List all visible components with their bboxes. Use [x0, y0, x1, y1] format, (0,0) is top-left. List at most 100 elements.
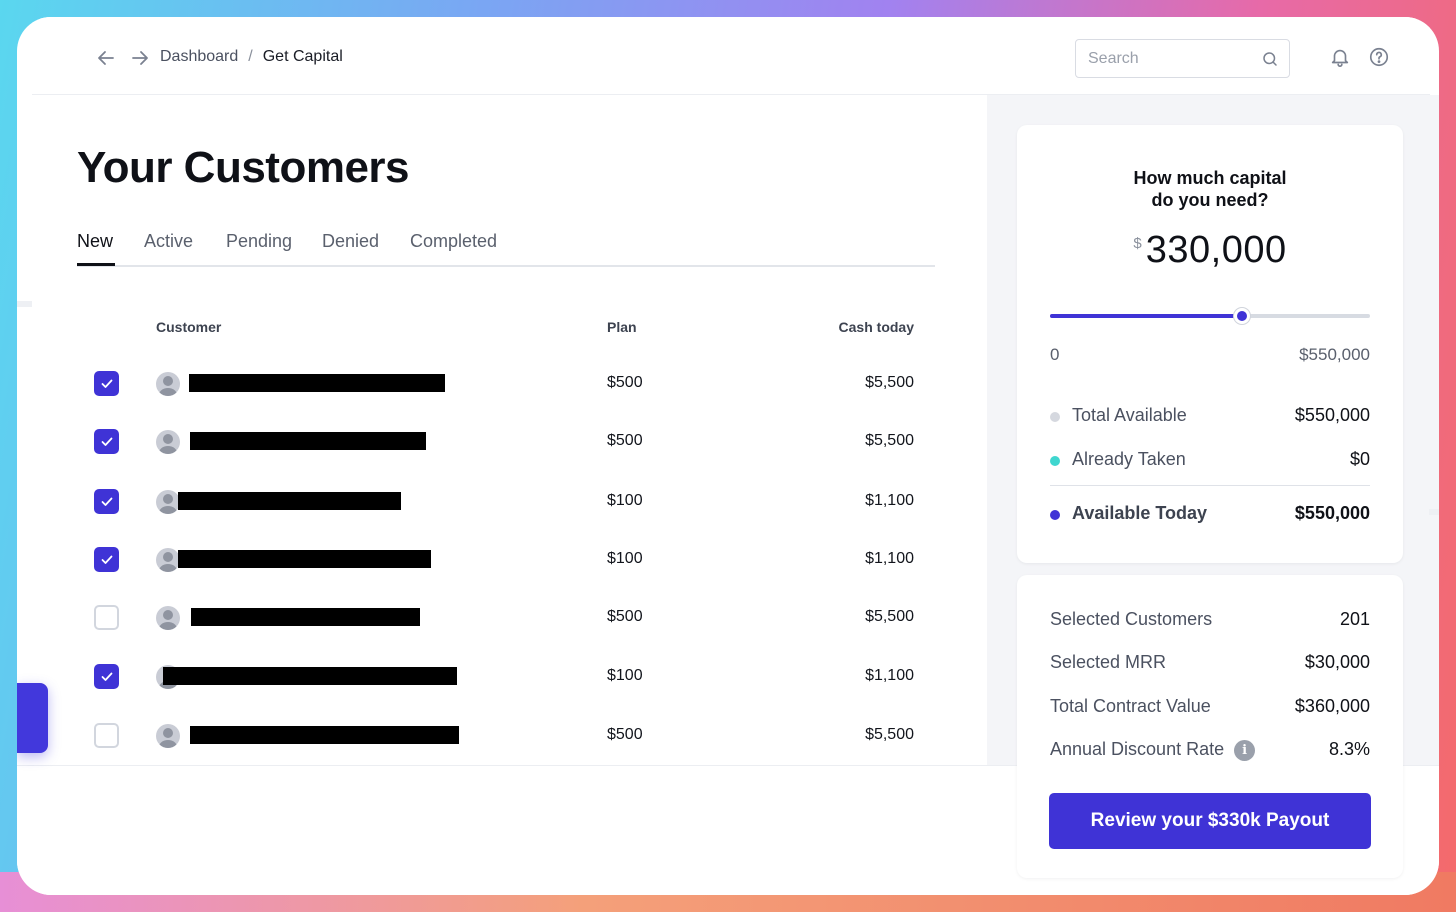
summary-label: Annual Discount Rate i: [1050, 739, 1256, 761]
slider-thumb[interactable]: [1234, 308, 1250, 324]
table-row[interactable]: $100 $1,100: [32, 482, 987, 522]
summary-selected-customers: Selected Customers 201: [1050, 609, 1370, 633]
slider-max-label: $550,000: [1299, 345, 1370, 364]
checkmark-icon: [101, 497, 112, 506]
column-header-cash[interactable]: Cash today: [839, 319, 914, 335]
active-tab-indicator: [77, 263, 115, 266]
table-row[interactable]: $500 $5,500: [32, 716, 987, 756]
checkmark-icon: [101, 437, 112, 446]
redacted-customer-name: [178, 492, 401, 510]
table-row[interactable]: $500 $5,500: [32, 598, 987, 638]
top-bar: Dashboard / Get Capital: [32, 17, 1430, 95]
divider: [1050, 485, 1370, 486]
plan-cell: $100: [607, 667, 643, 684]
table-row[interactable]: $500 $5,500: [32, 422, 987, 462]
tab-completed[interactable]: Completed: [410, 231, 497, 252]
redacted-customer-name: [190, 432, 426, 450]
summary-value: $360,000: [1294, 696, 1370, 716]
stat-label: Available Today: [1072, 503, 1208, 523]
redacted-customer-name: [191, 608, 420, 626]
checkmark-icon: [101, 379, 112, 388]
row-checkbox[interactable]: [94, 371, 119, 396]
summary-card: Selected Customers 201 Selected MRR $30,…: [1017, 575, 1403, 878]
table-row[interactable]: $100 $1,100: [32, 540, 987, 580]
breadcrumb-current: Get Capital: [262, 48, 343, 65]
slider-min-label: 0: [1050, 345, 1060, 364]
summary-total-contract-value: Total Contract Value $360,000: [1050, 696, 1370, 720]
row-checkbox[interactable]: [94, 429, 119, 454]
search-icon[interactable]: [1261, 50, 1279, 73]
legend-dot: [1050, 456, 1060, 466]
row-checkbox[interactable]: [94, 489, 119, 514]
redacted-customer-name: [189, 374, 445, 392]
summary-selected-mrr: Selected MRR $30,000: [1050, 652, 1370, 676]
summary-label: Selected Customers: [1050, 609, 1213, 629]
avatar: [156, 606, 180, 630]
tab-active[interactable]: Active: [144, 231, 193, 252]
summary-value: 201: [1339, 609, 1370, 629]
bell-icon[interactable]: [1329, 46, 1351, 73]
breadcrumb-dashboard[interactable]: Dashboard: [160, 48, 238, 66]
cash-today-cell: $1,100: [865, 667, 914, 684]
cash-today-cell: $1,100: [865, 492, 914, 509]
info-icon[interactable]: i: [1234, 740, 1256, 761]
tab-denied[interactable]: Denied: [322, 231, 379, 252]
summary-value: $30,000: [1304, 652, 1370, 672]
row-checkbox[interactable]: [94, 547, 119, 572]
row-checkbox[interactable]: [94, 723, 119, 748]
redacted-customer-name: [190, 726, 459, 744]
cash-today-cell: $5,500: [865, 726, 914, 743]
tab-new[interactable]: New: [77, 231, 113, 252]
avatar: [156, 724, 180, 748]
table-row[interactable]: $500 $5,500: [32, 364, 987, 404]
stat-label: Total Available: [1072, 405, 1187, 425]
back-arrow-icon[interactable]: [94, 46, 118, 70]
summary-value: 8.3%: [1328, 739, 1370, 759]
plan-cell: $500: [607, 374, 643, 391]
app-window: Dashboard / Get Capital Your Customers N…: [17, 17, 1439, 895]
stat-already-taken: Already Taken $0: [1050, 449, 1370, 473]
plan-cell: $100: [607, 492, 643, 509]
table-row[interactable]: $100 $1,100: [32, 657, 987, 697]
capital-amount: $330,000: [1017, 229, 1403, 272]
checkmark-icon: [101, 555, 112, 564]
column-header-plan[interactable]: Plan: [607, 319, 637, 335]
summary-label: Selected MRR: [1050, 652, 1167, 672]
help-icon[interactable]: [1368, 46, 1390, 73]
search-box[interactable]: [1075, 39, 1290, 78]
capital-slider[interactable]: [1050, 308, 1370, 324]
customers-panel: Your Customers New Active Pending Denied…: [32, 95, 987, 765]
plan-cell: $500: [607, 608, 643, 625]
avatar: [156, 430, 180, 454]
column-header-customer[interactable]: Customer: [156, 319, 221, 335]
plan-cell: $100: [607, 550, 643, 567]
stat-value: $550,000: [1294, 405, 1370, 425]
legend-dot: [1050, 412, 1060, 422]
review-payout-button[interactable]: Review your $330k Payout: [1049, 793, 1371, 849]
capital-question-line2: do you need?: [1151, 190, 1269, 210]
tab-bar: New Active Pending Denied Completed: [77, 227, 935, 267]
tab-pending[interactable]: Pending: [226, 231, 292, 252]
stat-label: Already Taken: [1072, 449, 1186, 469]
edge-marker: [17, 301, 32, 307]
currency-symbol: $: [1133, 235, 1142, 252]
search-input[interactable]: [1088, 49, 1248, 68]
stat-total-available: Total Available $550,000: [1050, 405, 1370, 429]
summary-label: Total Contract Value: [1050, 696, 1211, 716]
cash-today-cell: $1,100: [865, 550, 914, 567]
breadcrumb-separator: /: [248, 48, 253, 65]
capital-question: How much capital do you need?: [1017, 167, 1403, 211]
forward-arrow-icon[interactable]: [128, 46, 152, 70]
summary-annual-discount-rate: Annual Discount Rate i 8.3%: [1050, 739, 1370, 763]
stat-available-today: Available Today $550,000: [1050, 503, 1370, 527]
amount-value: 330,000: [1145, 229, 1287, 271]
redacted-customer-name: [178, 550, 431, 568]
row-checkbox[interactable]: [94, 605, 119, 630]
legend-dot: [1050, 510, 1060, 520]
capital-question-line1: How much capital: [1133, 168, 1287, 188]
plan-cell: $500: [607, 726, 643, 743]
side-drawer-tab[interactable]: [17, 683, 48, 753]
avatar: [156, 490, 180, 514]
row-checkbox[interactable]: [94, 664, 119, 689]
stat-value: $0: [1349, 449, 1370, 469]
